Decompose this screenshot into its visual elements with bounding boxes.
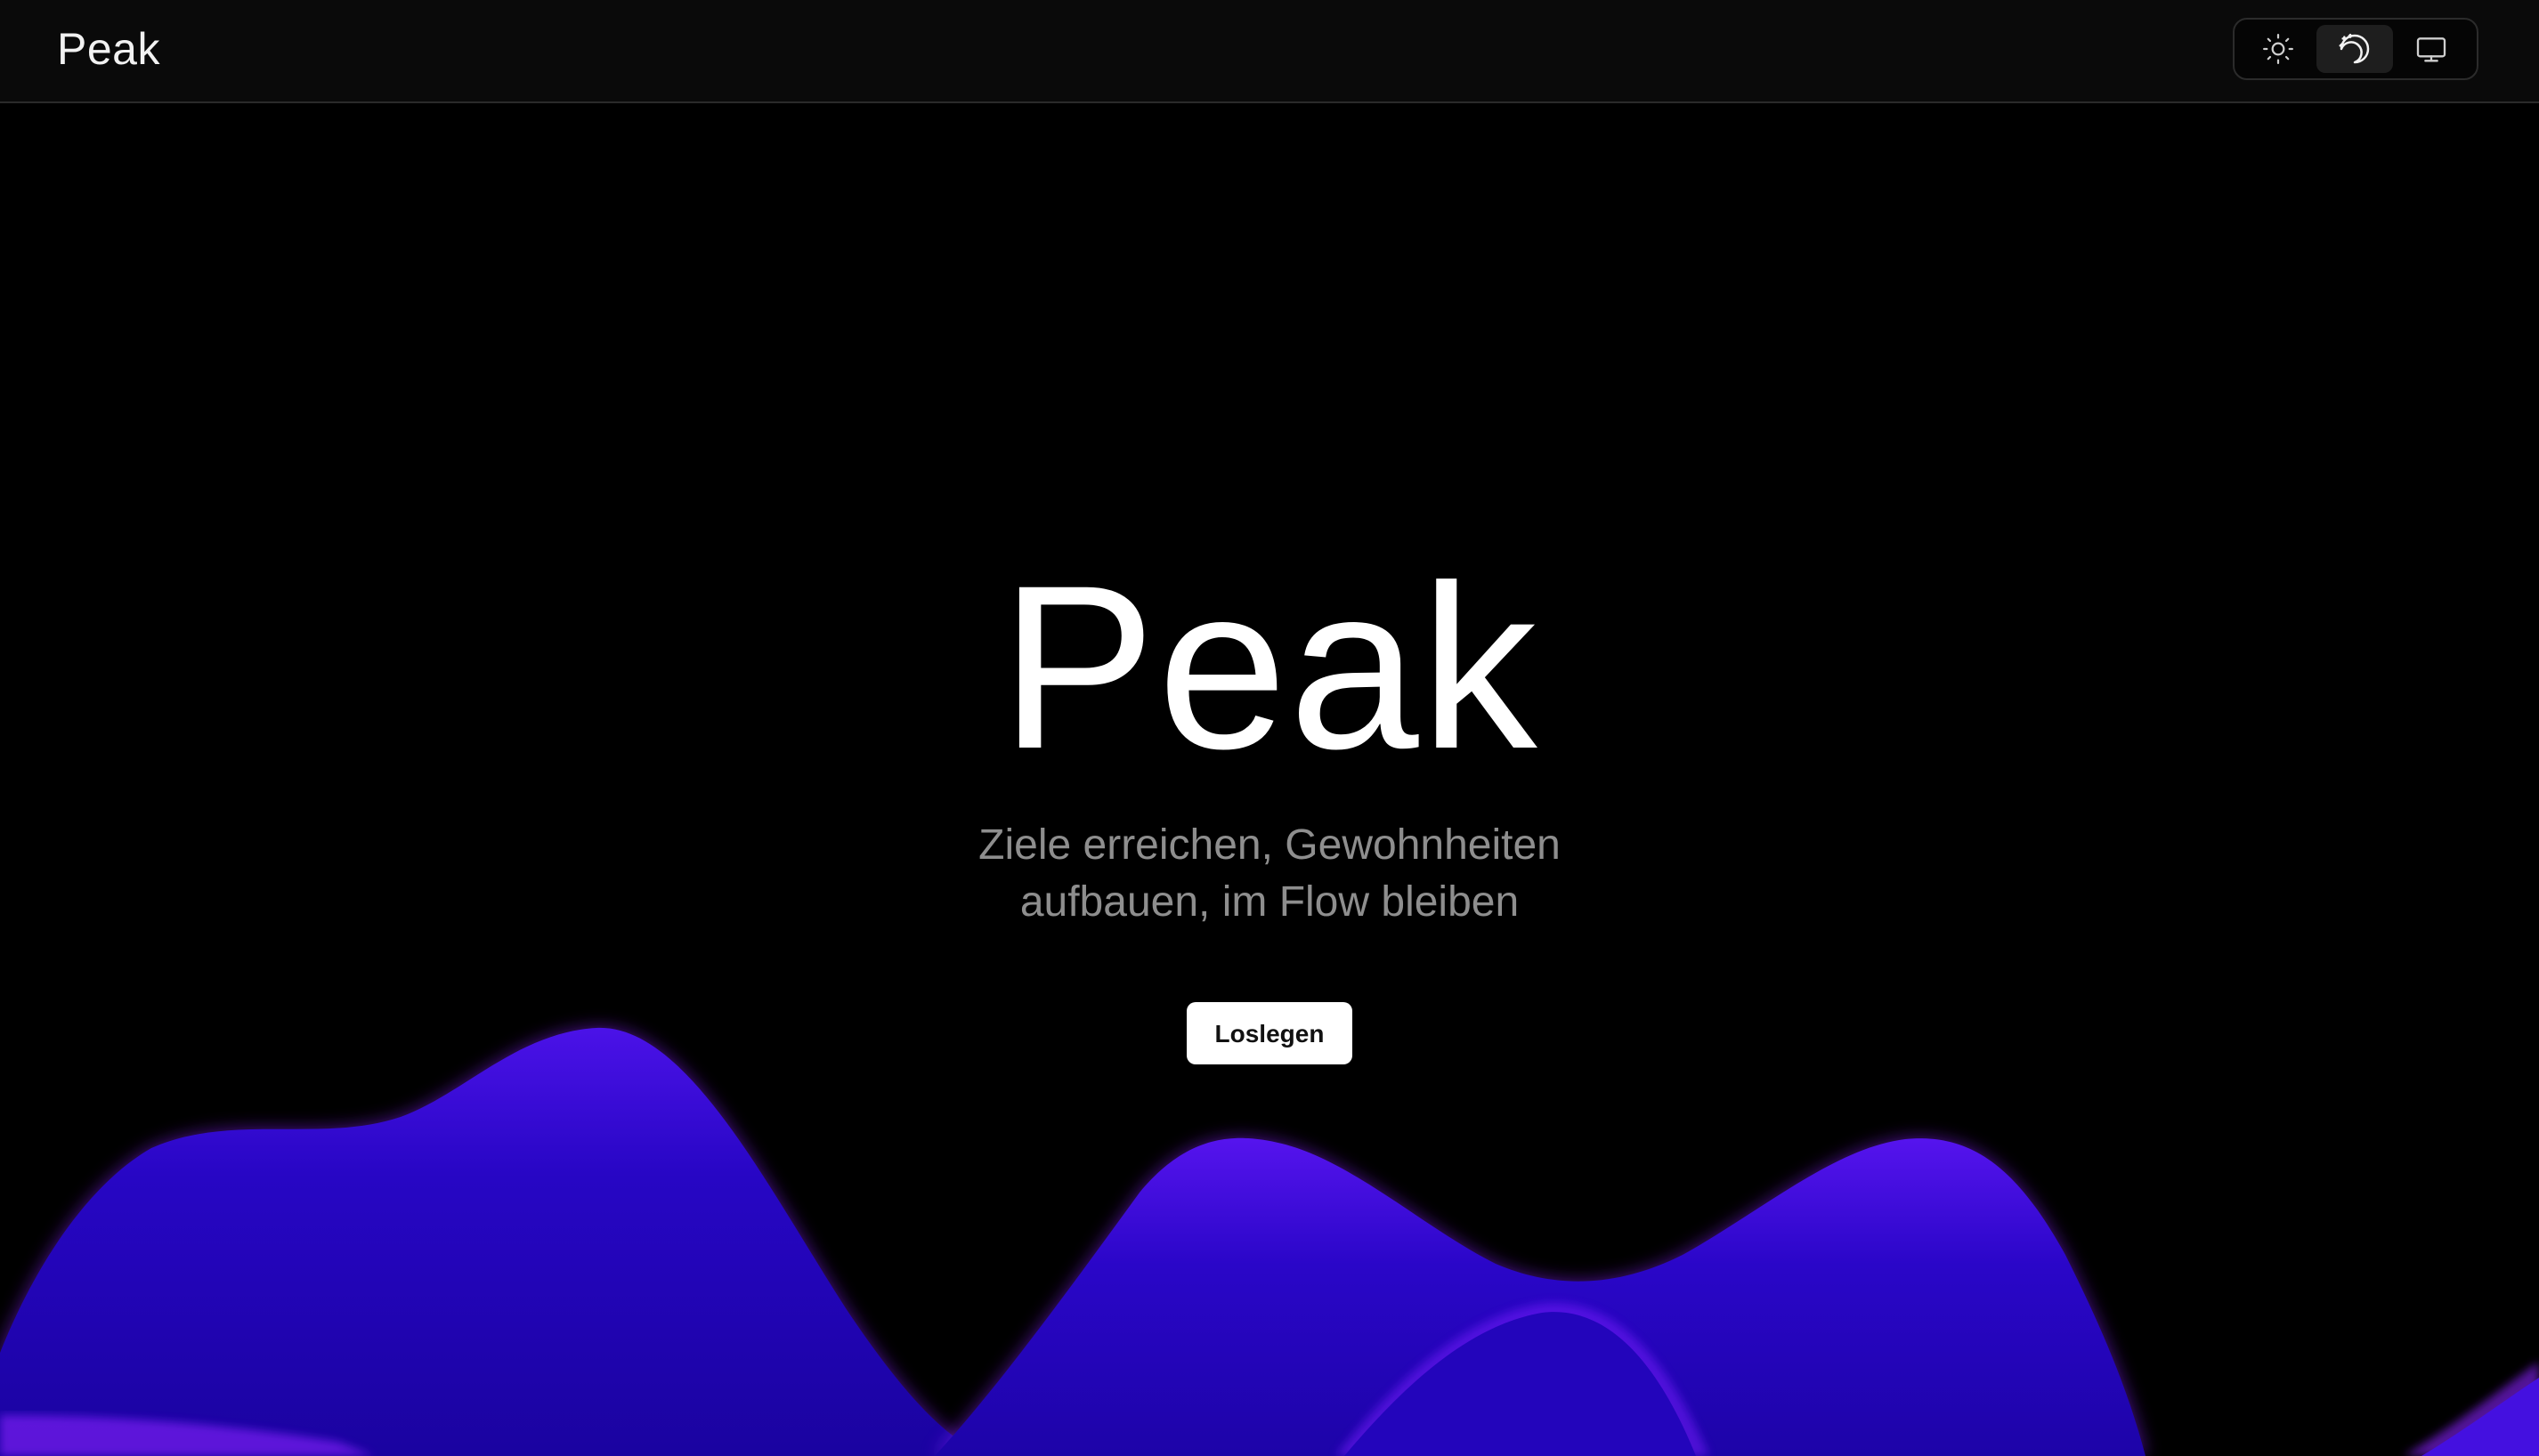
hero-subtitle: Ziele erreichen, Gewohnheiten aufbauen, …: [978, 821, 1561, 926]
moon-stars-icon: [2339, 33, 2370, 64]
theme-switcher: [2233, 18, 2478, 80]
hero-section: Peak Ziele erreichen, Gewohnheiten aufba…: [0, 543, 2539, 1064]
monitor-icon: [2416, 37, 2446, 62]
theme-light-button[interactable]: [2240, 25, 2316, 73]
hero-title: Peak: [1000, 537, 1539, 797]
sun-icon: [2263, 34, 2293, 64]
landing-page: Peak Peak Ziele erreichen, Gewohnheiten …: [0, 0, 2539, 1456]
theme-dark-button[interactable]: [2316, 25, 2393, 73]
theme-system-button[interactable]: [2393, 25, 2470, 73]
brand-logo[interactable]: Peak: [57, 21, 160, 77]
get-started-button[interactable]: Loslegen: [1187, 1002, 1352, 1064]
top-navbar: Peak: [0, 0, 2539, 103]
